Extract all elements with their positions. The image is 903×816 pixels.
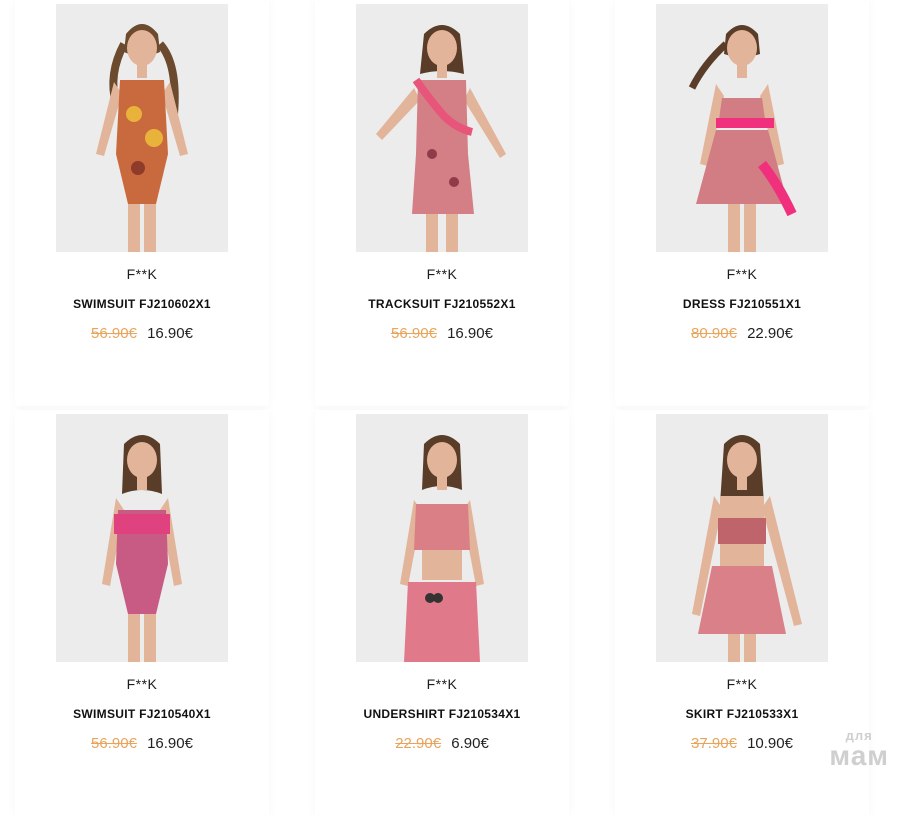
current-price: 16.90€ [447, 325, 493, 342]
product-title[interactable]: TRACKSUIT FJ210552X1 [315, 297, 569, 311]
product-photo[interactable] [656, 414, 828, 662]
site-watermark: для мам [829, 729, 889, 770]
product-grid: F**K SWIMSUIT FJ210602X1 56.90€ 16.90€ [0, 0, 903, 780]
product-card[interactable]: F**K SWIMSUIT FJ210540X1 56.90€ 16.90€ [15, 410, 269, 816]
old-price: 37.90€ [691, 735, 737, 752]
product-title[interactable]: DRESS FJ210551X1 [615, 297, 869, 311]
product-brand: F**K [615, 676, 869, 692]
product-prices: 56.90€ 16.90€ [15, 735, 269, 752]
old-price: 22.90€ [395, 735, 441, 752]
current-price: 6.90€ [451, 735, 489, 752]
product-photo[interactable] [356, 4, 528, 252]
product-photo-illustration [56, 4, 228, 252]
product-card[interactable]: F**K TRACKSUIT FJ210552X1 56.90€ 16.90€ [315, 0, 569, 406]
product-photo-illustration [656, 414, 828, 662]
old-price: 56.90€ [391, 325, 437, 342]
product-photo-illustration [356, 4, 528, 252]
product-brand: F**K [315, 676, 569, 692]
current-price: 16.90€ [147, 735, 193, 752]
product-prices: 56.90€ 16.90€ [15, 325, 269, 342]
product-card[interactable]: F**K DRESS FJ210551X1 80.90€ 22.90€ [615, 0, 869, 406]
current-price: 10.90€ [747, 735, 793, 752]
garment-shape [698, 566, 786, 634]
product-title[interactable]: SWIMSUIT FJ210540X1 [15, 707, 269, 721]
garment-shape [412, 80, 474, 214]
product-prices: 22.90€ 6.90€ [315, 735, 569, 752]
product-card[interactable]: F**K UNDERSHIRT FJ210534X1 22.90€ 6.90€ [315, 410, 569, 816]
garment-shape [404, 582, 480, 662]
old-price: 56.90€ [91, 735, 137, 752]
product-brand: F**K [15, 676, 269, 692]
product-prices: 56.90€ 16.90€ [315, 325, 569, 342]
product-title[interactable]: SWIMSUIT FJ210602X1 [15, 297, 269, 311]
product-photo[interactable] [56, 4, 228, 252]
product-photo-illustration [656, 4, 828, 252]
product-brand: F**K [615, 266, 869, 282]
current-price: 16.90€ [147, 325, 193, 342]
product-title[interactable]: UNDERSHIRT FJ210534X1 [315, 707, 569, 721]
old-price: 56.90€ [91, 325, 137, 342]
product-prices: 80.90€ 22.90€ [615, 325, 869, 342]
old-price: 80.90€ [691, 325, 737, 342]
watermark-bottom: мам [829, 742, 889, 770]
product-photo[interactable] [56, 414, 228, 662]
product-card[interactable]: F**K SWIMSUIT FJ210602X1 56.90€ 16.90€ [15, 0, 269, 406]
product-photo[interactable] [656, 4, 828, 252]
product-brand: F**K [15, 266, 269, 282]
current-price: 22.90€ [747, 325, 793, 342]
product-photo-illustration [56, 414, 228, 662]
product-title[interactable]: SKIRT FJ210533X1 [615, 707, 869, 721]
product-photo[interactable] [356, 414, 528, 662]
product-photo-illustration [356, 414, 528, 662]
product-brand: F**K [315, 266, 569, 282]
